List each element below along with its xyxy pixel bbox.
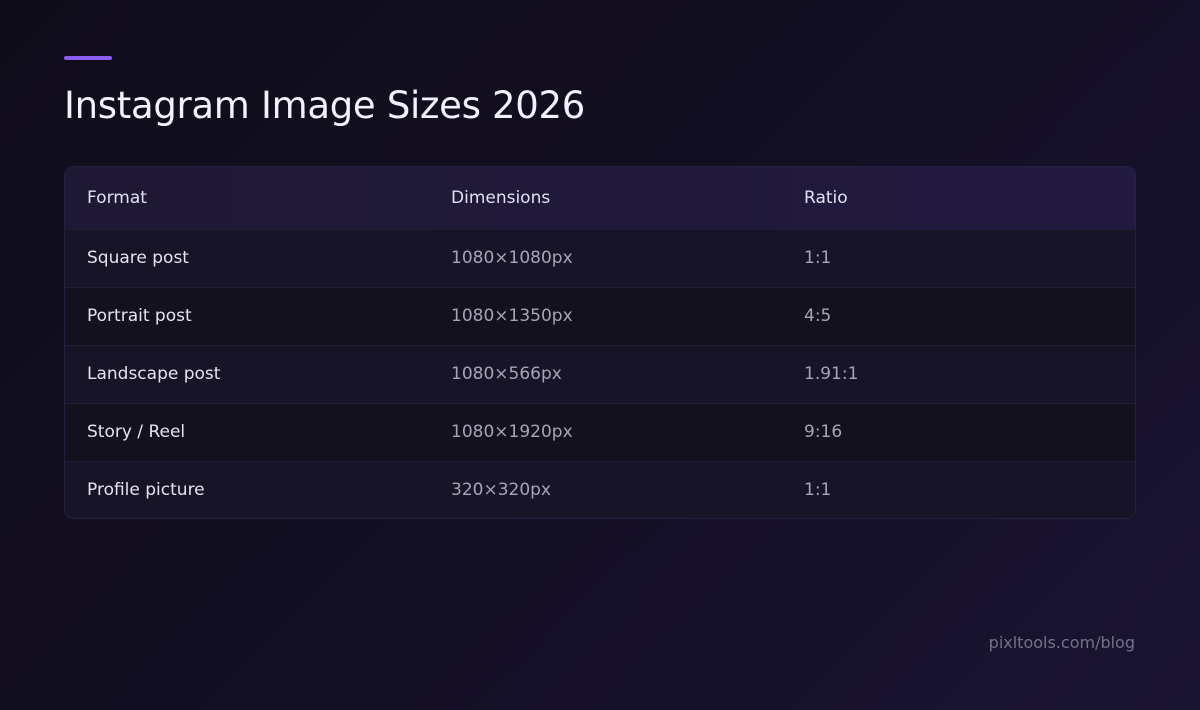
format-cell: Story / Reel <box>87 422 186 442</box>
table-row: Portrait post 1080×1350px 4:5 <box>65 287 1135 345</box>
ratio-cell: 1:1 <box>804 480 832 501</box>
page-title: Instagram Image Sizes 2026 <box>64 84 585 127</box>
dimensions-cell: 1080×1920px <box>451 422 573 442</box>
table-row: Story / Reel 1080×1920px 9:16 <box>65 403 1135 461</box>
format-cell: Square post <box>87 248 189 268</box>
table-body: Square post 1080×1080px 1:1 Portrait pos… <box>65 229 1135 518</box>
title-accent-bar <box>64 56 112 60</box>
column-header-dimensions: Dimensions <box>451 187 551 208</box>
dimensions-cell: 1080×1350px <box>451 306 573 326</box>
format-cell: Profile picture <box>87 480 205 501</box>
table-row: Profile picture 320×320px 1:1 <box>65 461 1135 518</box>
table-header: Format Dimensions Ratio <box>65 167 1135 229</box>
column-header-ratio: Ratio <box>804 187 848 208</box>
image-sizes-table-card: Format Dimensions Ratio Square post 1080… <box>64 166 1136 519</box>
dimensions-cell: 1080×1080px <box>451 248 573 268</box>
image-sizes-table: Format Dimensions Ratio Square post 1080… <box>65 167 1135 518</box>
ratio-cell: 1:1 <box>804 248 832 268</box>
table-header-row: Format Dimensions Ratio <box>65 167 1135 229</box>
dimensions-cell: 1080×566px <box>451 364 562 384</box>
column-header-format: Format <box>87 187 147 208</box>
ratio-cell: 4:5 <box>804 306 832 326</box>
table-row: Square post 1080×1080px 1:1 <box>65 229 1135 287</box>
table-row: Landscape post 1080×566px 1.91:1 <box>65 345 1135 403</box>
format-cell: Landscape post <box>87 364 221 384</box>
ratio-cell: 9:16 <box>804 422 843 442</box>
dimensions-cell: 320×320px <box>451 480 551 501</box>
format-cell: Portrait post <box>87 306 192 326</box>
site-credit: pixltools.com/blog <box>988 633 1135 652</box>
ratio-cell: 1.91:1 <box>804 364 859 384</box>
